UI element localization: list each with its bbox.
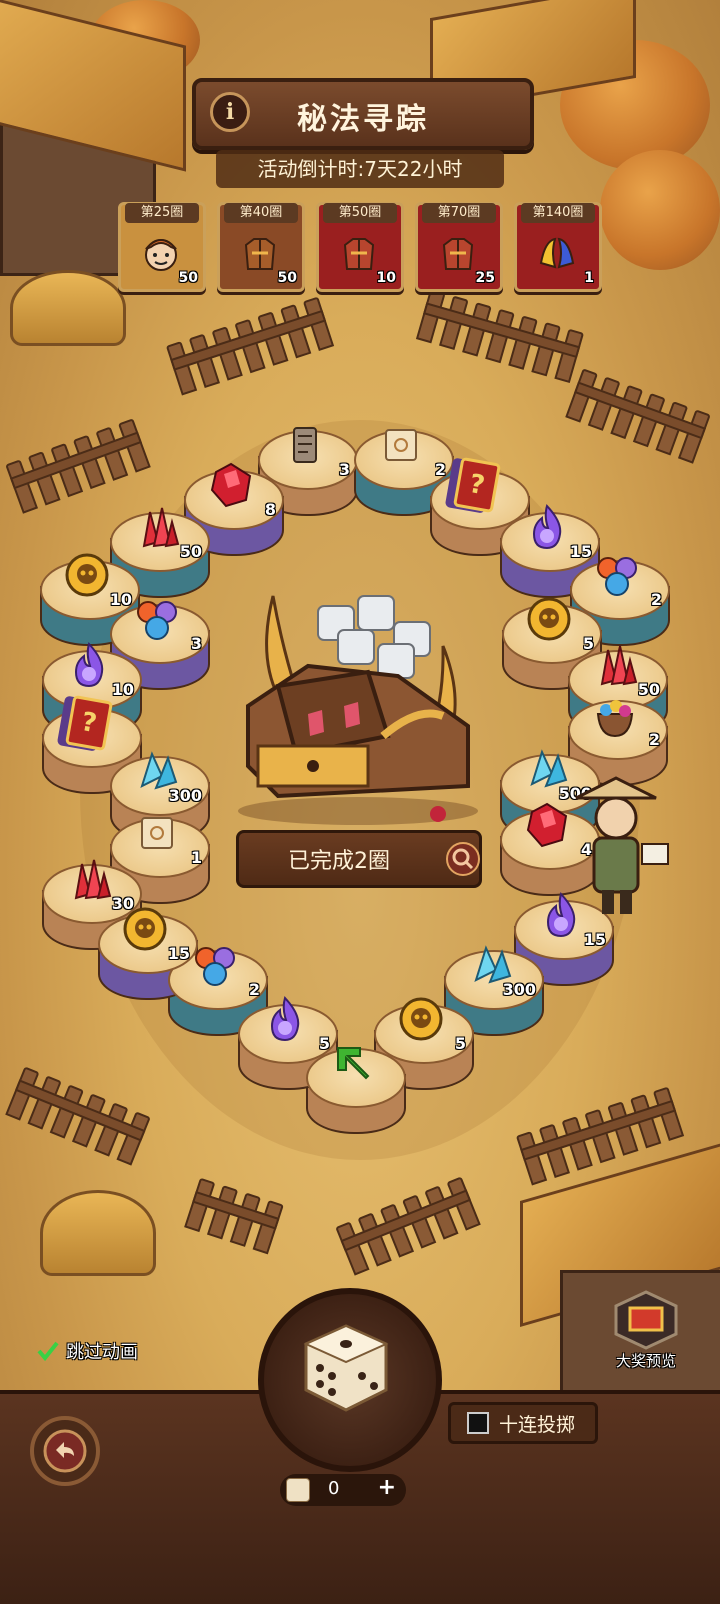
wing-pets-icon	[539, 237, 575, 269]
laps-completed: 已完成2圈	[288, 849, 390, 874]
tile-count: 15	[569, 542, 592, 561]
armor-chest-icon	[343, 238, 375, 270]
tile-count: 300	[502, 980, 536, 999]
treasure-chest-icon[interactable]	[218, 586, 498, 826]
milestone-label: 第140圈	[521, 203, 595, 223]
element-orbs-icon	[132, 594, 182, 644]
milestone-label: 第40圈	[224, 203, 298, 223]
tile-count: 15	[583, 930, 606, 949]
grand-prize-icon	[614, 1290, 678, 1350]
red-gem-icon	[206, 460, 256, 510]
purple-flame-icon	[522, 502, 572, 552]
milestone-count: 25	[475, 270, 495, 286]
mystery-card-icon: ?	[64, 694, 114, 752]
tile-count: 3	[338, 460, 350, 479]
skull-coin-icon	[396, 994, 446, 1044]
skull-coin-icon	[62, 550, 112, 600]
mystery-card-icon: ?	[452, 456, 502, 514]
red-crystal-icon	[132, 502, 182, 552]
milestone-rewards: 第25圈 50 第40圈 50 第50圈 10 第70圈 25 第140圈 1	[118, 202, 602, 292]
milestone-25[interactable]: 第25圈 50	[118, 202, 206, 292]
scroll-icon	[280, 420, 330, 470]
milestone-label: 第50圈	[323, 203, 397, 223]
milestone-count: 10	[376, 270, 396, 286]
tile-count: 2	[648, 730, 660, 749]
search-icon[interactable]	[446, 842, 480, 876]
element-orbs-icon	[592, 550, 642, 600]
info-icon[interactable]: i	[210, 92, 250, 132]
element-orbs-icon	[190, 940, 240, 990]
tile-count: 10	[111, 680, 134, 699]
milestone-50[interactable]: 第50圈 10	[316, 202, 404, 292]
skip-animation-label: 跳过动画	[66, 1342, 138, 1363]
milestone-count: 50	[178, 270, 198, 286]
milestone-count: 50	[277, 270, 297, 286]
tile-count: 5	[318, 1034, 330, 1053]
tile-count: 300	[168, 786, 202, 805]
milestone-label: 第25圈	[125, 203, 199, 223]
board-tile	[306, 1047, 406, 1134]
dice-icon[interactable]	[298, 1320, 394, 1416]
ten-roll-toggle[interactable]: 十连投掷	[448, 1402, 598, 1444]
skip-animation-toggle[interactable]: 跳过动画	[36, 1338, 138, 1364]
tile-count: 15	[167, 944, 190, 963]
fence	[565, 368, 711, 464]
back-arrow-icon[interactable]	[30, 1416, 100, 1486]
dice-count: 0 +	[280, 1474, 406, 1506]
grand-prize-preview-button[interactable]: 大奖预览	[606, 1290, 686, 1380]
milestone-40[interactable]: 第40圈 50	[217, 202, 305, 292]
red-crystal-icon	[64, 854, 114, 904]
tile-count: 8	[264, 500, 276, 519]
fence	[165, 296, 335, 396]
map-scroll-icon	[376, 420, 426, 470]
milestone-70[interactable]: 第70圈 25	[415, 202, 503, 292]
ten-roll-label: 十连投掷	[499, 1413, 576, 1436]
fence	[5, 418, 151, 514]
tile-count: 2	[248, 980, 260, 999]
player-hero-icon	[575, 776, 669, 914]
gem-bag-icon	[590, 690, 640, 740]
tile-count: 30	[111, 894, 134, 913]
purple-flame-icon	[260, 994, 310, 1044]
checkmark-icon[interactable]	[36, 1339, 60, 1363]
haystack	[10, 270, 126, 346]
tile-count: 2	[650, 590, 662, 609]
start-arrow-icon	[328, 1038, 378, 1088]
map-scroll-icon	[132, 808, 182, 858]
skull-coin-icon	[524, 594, 574, 644]
tile-count: 10	[109, 590, 132, 609]
dice-count-value: 0	[328, 1478, 340, 1499]
fence	[335, 1176, 481, 1276]
tile-count: 50	[637, 680, 660, 699]
hero-portrait-icon	[145, 239, 177, 271]
red-crystal-icon	[590, 640, 640, 690]
ten-roll-checkbox[interactable]	[467, 1412, 489, 1434]
armor-chest-icon	[244, 238, 276, 270]
milestone-label: 第70圈	[422, 203, 496, 223]
tile-count: 2	[434, 460, 446, 479]
fence	[184, 1177, 284, 1255]
tile-count: 3	[190, 634, 202, 653]
tile-count: 5	[454, 1034, 466, 1053]
tile-count: 1	[190, 848, 202, 867]
grand-prize-label: 大奖预览	[615, 1352, 676, 1370]
tile-count: 50	[179, 542, 202, 561]
milestone-count: 1	[584, 270, 594, 286]
milestone-140[interactable]: 第140圈 1	[514, 202, 602, 292]
autumn-tree	[600, 150, 720, 270]
event-countdown: 活动倒计时:7天22小时	[216, 150, 504, 188]
add-dice-button[interactable]: +	[378, 1475, 396, 1500]
fence	[5, 1066, 151, 1166]
tile-count: 5	[582, 634, 594, 653]
purple-flame-icon	[64, 640, 114, 690]
mini-dice-icon	[286, 1478, 310, 1502]
armor-chest-icon	[442, 238, 474, 270]
fence	[415, 288, 585, 384]
haystack	[40, 1190, 156, 1276]
